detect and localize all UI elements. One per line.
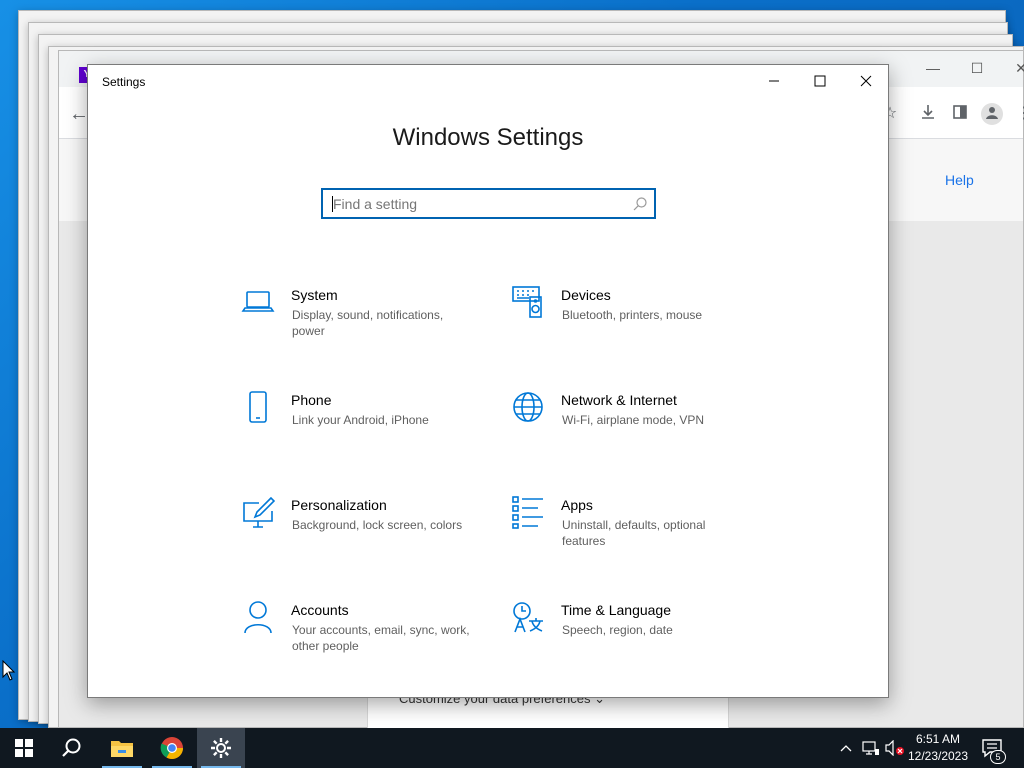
close-button[interactable] [843, 65, 889, 97]
browser-menu-icon[interactable]: ⋮ [1013, 103, 1024, 125]
gear-icon [211, 738, 231, 758]
search-icon [62, 738, 81, 757]
clock-time: 6:51 AM [915, 732, 961, 746]
tile-system[interactable]: System Display, sound, notifications, po… [241, 285, 491, 355]
side-panel-icon[interactable] [949, 103, 971, 125]
tile-description: Speech, region, date [562, 623, 673, 637]
tile-description: Uninstall, defaults, optional features [562, 518, 706, 548]
network-icon[interactable] [861, 728, 881, 768]
volume-muted-icon[interactable] [884, 728, 906, 768]
tile-accounts[interactable]: Accounts Your accounts, email, sync, wor… [241, 600, 491, 670]
tile-description: Bluetooth, printers, mouse [562, 308, 703, 322]
search-input[interactable]: Find a setting [321, 188, 656, 219]
page-title: Windows Settings [392, 124, 584, 151]
settings-window[interactable]: Settings Windows Settings Find a setting… [87, 64, 889, 698]
chrome-icon [160, 737, 183, 759]
phone-icon [241, 390, 275, 424]
minimize-button[interactable] [751, 65, 797, 97]
tile-title: Phone [291, 392, 332, 408]
paint-icon [241, 495, 276, 529]
maximize-button[interactable] [797, 65, 843, 97]
taskbar-search-button[interactable] [48, 728, 96, 768]
minimize-icon [769, 80, 779, 82]
apps-list-icon [511, 495, 545, 529]
file-explorer-button[interactable] [98, 728, 146, 768]
back-arrow-icon[interactable]: ← [69, 103, 89, 126]
time-language-icon [511, 600, 545, 634]
clock-date: 12/23/2023 [907, 749, 969, 763]
search-icon[interactable] [632, 196, 648, 212]
help-link[interactable]: Help [945, 172, 974, 188]
tile-personalization[interactable]: Personalization Background, lock screen,… [241, 495, 491, 565]
windows-logo-icon [15, 739, 33, 757]
tile-title: Personalization [291, 497, 387, 513]
tile-apps[interactable]: Apps Uninstall, defaults, optional featu… [511, 495, 761, 565]
tile-time-language[interactable]: Time & Language Speech, region, date [511, 600, 761, 670]
tile-phone[interactable]: Phone Link your Android, iPhone [241, 390, 491, 460]
tile-description: Link your Android, iPhone [292, 413, 429, 427]
tile-devices[interactable]: Devices Bluetooth, printers, mouse [511, 285, 761, 355]
folder-icon [111, 741, 133, 757]
taskbar: 6:51 AM 12/23/2023 5 [0, 728, 1024, 768]
person-icon [241, 600, 275, 634]
tile-description: Display, sound, notifications, power [292, 308, 444, 338]
settings-taskbar-button[interactable] [197, 728, 245, 768]
tile-description: Your accounts, email, sync, work, other … [292, 623, 470, 653]
notification-count-badge: 5 [990, 750, 1006, 764]
browser-close-icon[interactable]: ✕ [1003, 57, 1024, 79]
browser-maximize-icon[interactable]: ☐ [959, 57, 995, 79]
mouse-cursor-icon [2, 660, 16, 681]
download-icon[interactable] [917, 103, 939, 125]
tile-title: Devices [561, 287, 611, 303]
tile-title: Accounts [291, 602, 349, 618]
globe-icon [511, 390, 545, 424]
tile-title: Network & Internet [561, 392, 677, 408]
start-button[interactable] [0, 728, 48, 768]
tile-title: Time & Language [561, 602, 671, 618]
tile-description: Wi-Fi, airplane mode, VPN [562, 413, 705, 427]
profile-avatar-icon[interactable] [981, 103, 1003, 125]
chrome-button[interactable] [148, 728, 196, 768]
chevron-up-icon[interactable] [836, 728, 856, 768]
close-icon [860, 75, 872, 87]
tile-network-internet[interactable]: Network & Internet Wi-Fi, airplane mode,… [511, 390, 761, 460]
maximize-icon [814, 75, 826, 87]
tile-title: Apps [561, 497, 593, 513]
keyboard-speaker-icon [511, 285, 545, 319]
window-title: Settings [102, 75, 146, 89]
tile-description: Background, lock screen, colors [292, 518, 463, 532]
search-placeholder: Find a setting [333, 196, 418, 212]
text-caret [332, 196, 333, 212]
laptop-icon [241, 285, 275, 319]
browser-minimize-icon[interactable]: — [915, 57, 951, 79]
tile-title: System [291, 287, 338, 303]
system-clock[interactable]: 6:51 AM 12/23/2023 [904, 731, 972, 765]
